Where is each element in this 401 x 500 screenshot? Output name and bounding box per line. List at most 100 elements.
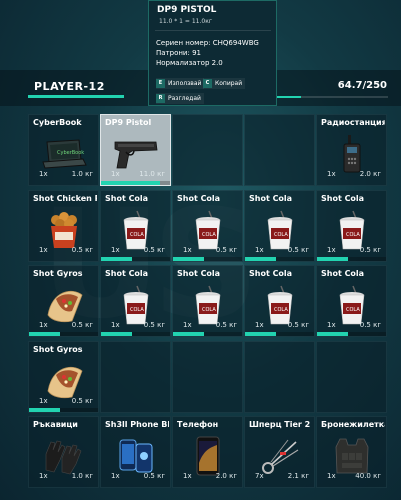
inventory-slot[interactable]: Sh3ll Phone Blue 1x 0.5 кг <box>100 416 171 488</box>
cola-cup-icon: COLA <box>111 210 161 250</box>
inventory-slot[interactable]: Shot Cola COLA 1x 0.5 кг <box>100 265 171 337</box>
durability-bar <box>29 332 98 336</box>
item-name: Ръкавици <box>33 420 78 429</box>
item-weight: 2.1 кг <box>287 472 309 480</box>
durability-bar <box>101 181 170 185</box>
item-weight: 0.5 кг <box>287 245 309 254</box>
key-r-icon: R <box>156 94 165 103</box>
durability-bar <box>101 332 170 336</box>
inventory-slot[interactable]: Ръкавици 1x 1.0 кг <box>28 416 99 488</box>
inventory-slot-empty[interactable] <box>316 340 387 413</box>
inventory-slot[interactable]: Shot Chicken P... 1x 0.5 кг <box>28 189 99 262</box>
inventory-slot-empty[interactable] <box>172 340 243 413</box>
item-count: 7x <box>255 472 264 480</box>
inventory-slot[interactable]: Shot Gyros 1x 0.5 кг <box>28 265 99 337</box>
item-name: Shot Cola <box>249 193 293 203</box>
svg-text:COLA: COLA <box>274 307 288 313</box>
item-weight: 2.0 кг <box>215 472 237 480</box>
item-count: 1x <box>327 170 336 178</box>
item-count: 1x <box>255 245 264 254</box>
inventory-slot[interactable]: Shot Cola COLA 1x 0.5 кг <box>100 189 171 262</box>
item-count: 1x <box>39 170 48 178</box>
inventory-slot[interactable]: Shot Cola COLA 1x 0.5 кг <box>172 189 243 262</box>
item-name: CyberBook <box>33 118 82 127</box>
item-weight: 0.5 кг <box>215 321 237 329</box>
inventory-grid: CyberBook CyberBook 1x 1.0 кг DP9 Pistol 1x 11… <box>28 114 392 500</box>
item-weight: 0.5 кг <box>71 321 93 329</box>
cola-cup-icon: COLA <box>183 210 233 250</box>
inventory-slot[interactable]: Шперц Tier 2 7x 2.1 кг <box>244 416 315 488</box>
item-name: Shot Cola <box>321 269 365 278</box>
tooltip-title: DP9 PISTOL <box>157 5 217 15</box>
cola-cup-icon: COLA <box>255 210 305 250</box>
item-weight: 1.0 кг <box>71 170 93 178</box>
item-name: Shot Cola <box>249 269 293 278</box>
svg-text:COLA: COLA <box>202 307 216 313</box>
inventory-slot[interactable]: DP9 Pistol 1x 11.0 кг <box>100 114 171 186</box>
inventory-slot[interactable]: Бронежилетка 1x 40.0 кг <box>316 416 387 488</box>
phone-blue-icon <box>111 436 161 476</box>
svg-text:COLA: COLA <box>274 232 288 238</box>
svg-text:COLA: COLA <box>346 307 360 313</box>
item-weight: 0.5 кг <box>359 245 381 254</box>
svg-text:COLA: COLA <box>202 232 216 238</box>
item-name: Бронежилетка <box>321 420 385 429</box>
inventory-slot-empty[interactable] <box>244 114 315 186</box>
inventory-slot-empty[interactable] <box>100 340 171 413</box>
item-weight: 0.5 кг <box>71 245 93 254</box>
inventory-slot[interactable]: Shot Cola COLA 1x 0.5 кг <box>316 265 387 337</box>
durability-fill <box>101 181 160 185</box>
inventory-slot[interactable]: Shot Cola COLA 1x 0.5 кг <box>316 189 387 262</box>
item-count: 1x <box>255 321 264 329</box>
tooltip-serial: Сериен номер: CHQ694WBG <box>156 39 259 47</box>
item-name: Shot Cola <box>177 193 221 203</box>
cola-cup-icon: COLA <box>183 285 233 325</box>
inventory-slot[interactable]: Shot Cola COLA 1x 0.5 кг <box>172 265 243 337</box>
item-weight: 1.0 кг <box>71 472 93 480</box>
item-name: Shot Cola <box>105 193 149 203</box>
copy-button[interactable]: C Копирай <box>203 78 246 89</box>
inventory-weight-label: 64.7/250 <box>337 80 387 91</box>
key-e-icon: E <box>156 79 165 88</box>
item-name: Shot Cola <box>105 269 149 278</box>
item-weight: 2.0 кг <box>359 170 381 178</box>
durability-bar <box>173 332 242 336</box>
tooltip-divider <box>155 30 271 31</box>
item-count: 1x <box>39 321 48 329</box>
inventory-slot[interactable]: Shot Gyros 1x 0.5 кг <box>28 340 99 413</box>
inventory-slot[interactable]: Shot Cola COLA 1x 0.5 кг <box>244 189 315 262</box>
item-weight: 0.5 кг <box>359 321 381 329</box>
inventory-slot-empty[interactable] <box>172 114 243 186</box>
gyros-icon <box>39 361 89 401</box>
tooltip-weight-calc: 11.0 * 1 = 11.0кг <box>159 18 212 25</box>
durability-fill <box>29 407 61 412</box>
item-count: 1x <box>39 472 48 480</box>
durability-bar <box>317 332 386 336</box>
svg-text:COLA: COLA <box>130 232 144 238</box>
item-count: 1x <box>111 245 120 254</box>
inventory-slot[interactable]: Shot Cola COLA 1x 0.5 кг <box>244 265 315 337</box>
durability-fill <box>245 332 277 336</box>
item-weight: 0.5 кг <box>215 245 237 254</box>
inventory-slot-empty[interactable] <box>244 340 315 413</box>
use-button[interactable]: E Използвай <box>156 78 205 89</box>
durability-bar <box>245 332 314 336</box>
item-name: Shot Chicken P... <box>33 193 97 203</box>
inventory-slot[interactable]: Телефон 1x 2.0 кг <box>172 416 243 488</box>
inventory-slot[interactable]: CyberBook CyberBook 1x 1.0 кг <box>28 114 99 186</box>
item-weight: 0.5 кг <box>287 321 309 329</box>
item-count: 1x <box>39 245 48 254</box>
smartphone-icon <box>183 436 233 476</box>
item-name: Shot Gyros <box>33 344 83 354</box>
durability-fill <box>173 256 205 261</box>
inspect-button[interactable]: R Разгледай <box>156 93 204 104</box>
item-name: Shot Gyros <box>33 269 83 278</box>
radio-icon <box>327 134 377 174</box>
gloves-icon <box>39 436 89 476</box>
cola-cup-icon: COLA <box>255 285 305 325</box>
item-tooltip: DP9 PISTOL 11.0 * 1 = 11.0кг Сериен номе… <box>148 0 277 106</box>
svg-text:COLA: COLA <box>130 307 144 313</box>
svg-text:COLA: COLA <box>346 232 360 238</box>
copy-label: Копирай <box>215 80 243 87</box>
inventory-slot[interactable]: Радиостанция 1x 2.0 кг <box>316 114 387 186</box>
